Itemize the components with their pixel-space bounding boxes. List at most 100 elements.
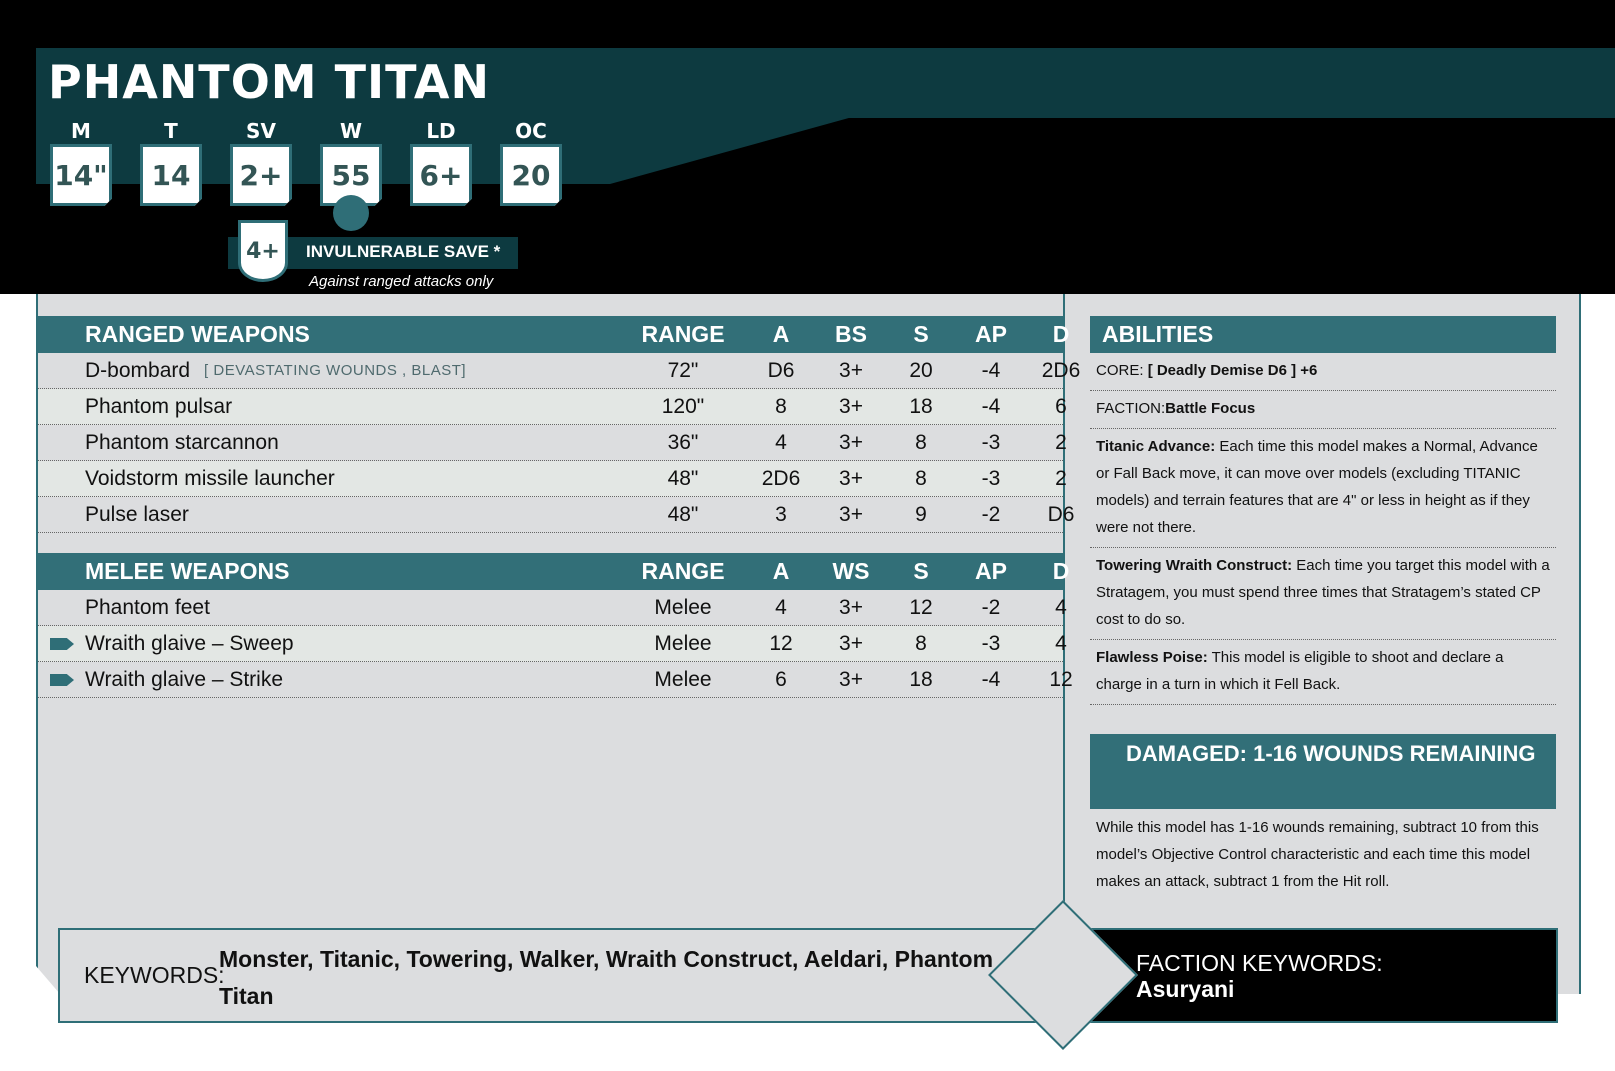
stat-label: LD [426,119,456,143]
invulnerable-note: Against ranged attacks only [309,273,494,290]
weapon-name: Pulse laser [85,502,189,526]
weapon-name: Voidstorm missile launcher [85,466,335,490]
header-name: RANGED WEAPONS [85,321,310,347]
weapon-range: Melee [654,595,712,619]
invulnerable-label: INVULNERABLE SAVE * [306,242,501,261]
weapon-ap: -3 [981,631,1001,655]
weapon-attacks: 4 [775,430,787,454]
faction-label: FACTION: [1096,400,1166,417]
faction-keywords-label: FACTION KEYWORDS: [1136,950,1383,976]
weapon-strength: 18 [909,394,933,418]
weapon-attacks: D6 [767,358,795,382]
weapon-range: 120" [661,394,705,418]
weapon-bs: 3+ [839,430,863,454]
weapon-range: 72" [667,358,699,382]
table-row: Wraith glaive – Strike Melee 6 3+ 18 -4 … [38,662,1073,698]
weapon-ws: 3+ [839,595,863,619]
weapon-attacks: 3 [775,502,787,526]
stat-label: SV [246,119,276,143]
weapon-name-text: D-bombard [85,358,191,382]
weapon-attacks: 8 [775,394,787,418]
weapon-bs: 3+ [839,466,863,490]
melee-weapons-table: MELEE WEAPONS RANGE A WS S AP D Phantom … [38,553,1073,698]
weapon-damage: D6 [1047,502,1075,526]
melee-weapons-header: MELEE WEAPONS RANGE A WS S AP D [38,553,1069,590]
weapon-damage: 2 [1055,466,1067,490]
unit-name: PHANTOM TITAN [48,55,490,109]
ability-name: Towering Wraith Construct: [1096,557,1293,574]
faction-keywords-value: Asuryani [1136,976,1235,1002]
weapon-range: 48" [667,466,699,490]
ability-faction: FACTION:Battle Focus [1090,391,1556,429]
stat-label: T [164,119,178,143]
wound-marker-dot [333,195,369,231]
table-row: Phantom pulsar 120" 8 3+ 18 -4 6 [38,389,1067,425]
header-d: D [1052,321,1070,347]
core-value: [ Deadly Demise D6 ] +6 [1147,362,1318,379]
weapon-ws: 3+ [839,631,863,655]
weapon-range: 36" [667,430,699,454]
weapon-damage: 12 [1049,667,1073,691]
weapon-strength: 12 [909,595,933,619]
weapon-ap: -3 [981,430,1001,454]
weapon-attacks: 6 [775,667,787,691]
weapon-range: Melee [654,667,712,691]
weapon-ap: -4 [981,667,1001,691]
faction-value: Battle Focus [1165,400,1256,417]
weapon-strength: 8 [915,430,927,454]
weapon-attacks: 4 [775,595,787,619]
table-row: Pulse laser 48" 3 3+ 9 -2 D6 [38,497,1074,533]
weapon-attacks: 12 [769,631,793,655]
header-s: S [913,321,929,347]
stat-value: 14" [50,144,112,206]
weapon-strength: 8 [915,466,927,490]
ranged-weapons-header: RANGED WEAPONS RANGE A BS S AP D [38,316,1069,353]
abilities-section: ABILITIES CORE: [ Deadly Demise D6 ] +6 … [1090,316,1556,705]
weapon-name: Phantom pulsar [85,394,233,418]
weapon-ws: 3+ [839,667,863,691]
ability-core: CORE: [ Deadly Demise D6 ] +6 [1090,353,1556,391]
keywords-label: KEYWORDS: [84,962,225,988]
weapon-bs: 3+ [839,394,863,418]
table-row: Phantom feet Melee 4 3+ 12 -2 4 [38,590,1067,626]
header-a: A [772,321,790,347]
weapon-ap: -2 [981,595,1001,619]
weapon-strength: 8 [915,631,927,655]
stat-w: W 55 [318,118,384,206]
ability-item: Titanic Advance: Each time this model ma… [1090,429,1556,548]
ranged-weapons-table: RANGED WEAPONS RANGE A BS S AP D D-bomba… [38,316,1080,533]
stat-label: OC [515,119,547,143]
weapon-name: Phantom feet [85,595,210,619]
core-label: CORE: [1096,362,1144,379]
keywords-values: Monster, Titanic, Towering, Walker, Wrai… [219,946,994,1009]
abilities-title: ABILITIES [1090,316,1556,353]
weapon-ap: -4 [981,358,1001,382]
stat-value: 20 [500,144,562,206]
stat-t: T 14 [138,118,204,206]
weapon-name: Phantom starcannon [85,430,279,454]
weapon-strength: 18 [909,667,933,691]
ability-item: Towering Wraith Construct: Each time you… [1090,548,1556,640]
weapon-bs: 3+ [839,358,863,382]
weapon-keywords: [ DEVASTATING WOUNDS , BLAST] [204,362,467,379]
header-ap: AP [975,558,1007,584]
table-row: Voidstorm missile launcher 48" 2D6 3+ 8 … [38,461,1067,497]
ability-name: Flawless Poise: [1096,649,1208,666]
table-row: D-bombard [ DEVASTATING WOUNDS , BLAST] 7… [38,353,1080,389]
header-ap: AP [975,321,1007,347]
stat-ld: LD 6+ [408,118,474,206]
stat-value: 2+ [230,144,292,206]
weapon-bs: 3+ [839,502,863,526]
weapon-damage: 6 [1055,394,1067,418]
header-name: MELEE WEAPONS [85,558,290,584]
stat-value: 6+ [410,144,472,206]
weapon-damage: 2 [1055,430,1067,454]
weapon-name: D-bombard [ DEVASTATING WOUNDS , BLAST] [85,353,625,388]
ability-name: Titanic Advance: [1096,438,1216,455]
table-row: Wraith glaive – Sweep Melee 12 3+ 8 -3 4 [38,626,1067,662]
weapon-range: 48" [667,502,699,526]
weapon-ap: -2 [981,502,1001,526]
header-range: RANGE [641,321,725,347]
profile-arrow-icon [50,638,74,650]
ability-item: Flawless Poise: This model is eligible t… [1090,640,1556,705]
